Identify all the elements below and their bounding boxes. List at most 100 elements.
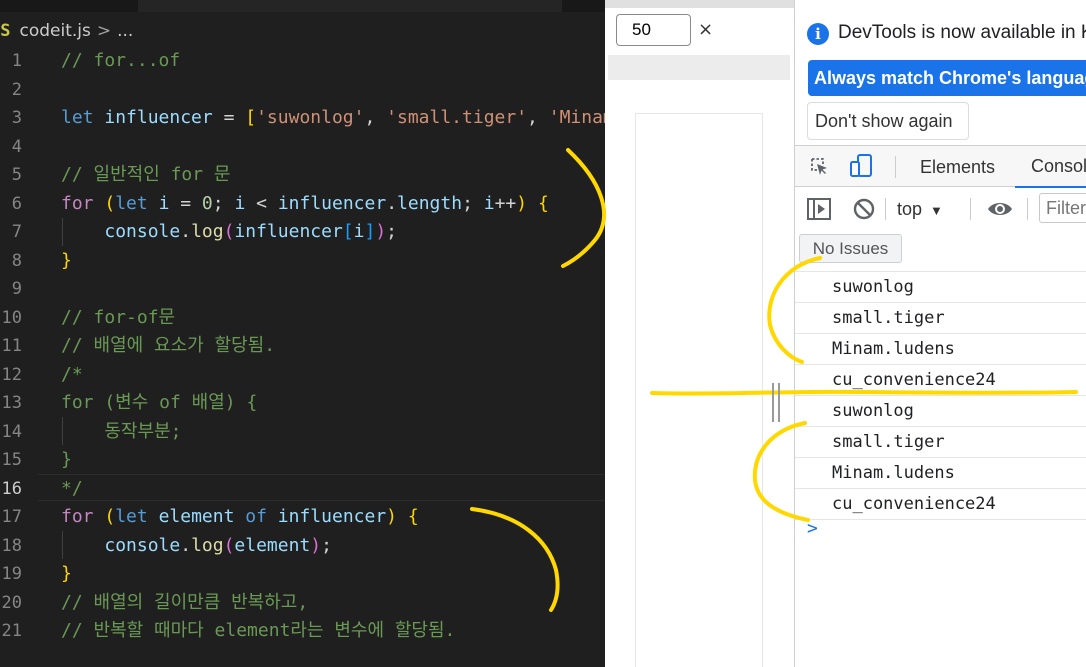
console-message[interactable]: Minam.ludens: [795, 334, 1086, 365]
code-token: // 일반적인 for 문: [61, 164, 231, 185]
code-line[interactable]: 6 for (let i = 0; i < influencer.length; …: [0, 190, 605, 218]
tab-console[interactable]: Console: [1015, 146, 1086, 188]
code-text: console.log(influencer[i]);: [61, 218, 397, 246]
line-number: 20: [1, 592, 22, 613]
code-token: .: [180, 534, 192, 556]
code-token: [: [245, 107, 257, 128]
code-line[interactable]: 11 // 배열에 요소가 할당됨.: [0, 332, 605, 360]
code-line[interactable]: 9: [0, 275, 605, 303]
code-line[interactable]: 5 // 일반적인 for 문: [0, 161, 605, 189]
code-line[interactable]: 13 for (변수 of 배열) {: [0, 389, 605, 417]
filter-input[interactable]: Filter: [1039, 193, 1086, 223]
inspect-element-icon[interactable]: [809, 156, 829, 176]
line-number: 8: [11, 250, 22, 271]
sidebar-toggle-icon[interactable]: [807, 198, 831, 220]
code-line[interactable]: 2: [0, 76, 605, 104]
code-token: // 배열의 길이만큼 반복하고,: [61, 591, 309, 613]
zoom-input[interactable]: 50: [616, 14, 691, 46]
code-token: 'Minam.ludens': [548, 107, 605, 128]
code-token: log: [191, 534, 224, 556]
devtools-panel[interactable]: i DevTools is now available in Korean Al…: [794, 0, 1086, 667]
code-text: /*: [61, 361, 83, 389]
code-line[interactable]: 14 동작부분;: [0, 418, 605, 446]
browser-viewport[interactable]: 50 ×: [605, 0, 794, 667]
code-token: ;: [321, 534, 332, 556]
code-token: (: [104, 506, 116, 527]
code-token: ;: [386, 221, 398, 242]
chevron-down-icon: ▼: [930, 203, 943, 218]
breadcrumb-file[interactable]: codeit.js: [19, 21, 90, 41]
breadcrumb-symbol[interactable]: ...: [117, 21, 133, 41]
tab-elements[interactable]: Elements: [920, 157, 995, 178]
code-line[interactable]: 19}: [0, 560, 605, 588]
line-number: 6: [11, 193, 22, 214]
page-frame: [635, 113, 763, 667]
code-token: <: [245, 192, 278, 214]
code-line[interactable]: 8}: [0, 247, 605, 275]
code-token: influencer: [277, 192, 387, 214]
code-token: ): [310, 534, 322, 556]
code-line[interactable]: 20 // 배열의 길이만큼 반복하고,: [0, 589, 605, 617]
code-token: console: [104, 534, 181, 556]
code-token: */: [61, 477, 83, 499]
code-line[interactable]: 21 // 반복할 때마다 element라는 변수에 할당됨.: [0, 617, 605, 645]
code-line[interactable]: 7 console.log(influencer[i]);: [0, 218, 605, 246]
code-line[interactable]: 16 */: [0, 475, 605, 503]
code-line[interactable]: 15}: [0, 446, 605, 474]
close-icon[interactable]: ×: [698, 20, 713, 40]
line-number: 4: [11, 136, 22, 157]
code-line[interactable]: 10 // for-of문: [0, 304, 605, 332]
code-token: for: [61, 506, 94, 527]
breadcrumb[interactable]: JS codeit.js > ...: [0, 18, 133, 44]
device-toolbar-icon[interactable]: [849, 153, 873, 179]
console-message[interactable]: cu_convenience24: [795, 489, 1086, 520]
code-line[interactable]: 18 console.log(element);: [0, 532, 605, 560]
clear-console-icon[interactable]: [853, 198, 875, 220]
line-number: 14: [1, 421, 22, 442]
line-number: 7: [11, 222, 22, 242]
dont-show-again-button[interactable]: Don't show again: [807, 102, 969, 140]
code-token: ;: [462, 192, 484, 214]
console-prompt-icon[interactable]: >: [807, 518, 818, 539]
issues-badge[interactable]: No Issues: [799, 234, 902, 263]
console-message[interactable]: suwonlog: [795, 272, 1086, 303]
console-message[interactable]: Minam.ludens: [795, 458, 1086, 489]
code-line[interactable]: 17 for (let element of influencer) {: [0, 503, 605, 531]
code-token: // 배열에 요소가 할당됨.: [61, 335, 276, 356]
line-number: 16: [1, 478, 22, 499]
console-message[interactable]: suwonlog: [795, 396, 1086, 427]
code-line[interactable]: 3 let influencer = ['suwonlog', 'small.ti…: [0, 104, 605, 132]
code-text: }: [61, 446, 72, 474]
code-token: let: [115, 192, 148, 214]
editor-tab-strip-filler: [138, 0, 562, 12]
console-message[interactable]: small.tiger: [795, 427, 1086, 458]
code-token: ): [516, 192, 528, 214]
code-token: element: [234, 534, 311, 556]
context-select[interactable]: top ▼: [897, 196, 943, 222]
code-line[interactable]: 4: [0, 133, 605, 161]
code-token: (: [223, 221, 235, 242]
code-text: */: [61, 475, 83, 503]
eye-icon[interactable]: [987, 198, 1013, 220]
code-line[interactable]: 12 /*: [0, 361, 605, 389]
line-number: 9: [11, 279, 22, 299]
code-token: 'small.tiger': [386, 107, 528, 128]
toolbar-divider: [885, 198, 886, 220]
code-token: ): [386, 506, 398, 527]
tab-divider: [895, 156, 896, 178]
code-token: influencer: [104, 107, 213, 128]
code-text: // 일반적인 for 문: [61, 161, 231, 189]
code-editor[interactable]: JS codeit.js > ... 1 // for...of 2 3 let inf…: [0, 0, 605, 667]
code-text: }: [61, 247, 72, 275]
console-message[interactable]: cu_convenience24: [795, 365, 1086, 396]
code-line[interactable]: 1 // for...of: [0, 47, 605, 75]
code-token: 0: [201, 192, 213, 214]
match-language-button[interactable]: Always match Chrome's language: [808, 60, 1086, 96]
console-message[interactable]: small.tiger: [795, 303, 1086, 334]
